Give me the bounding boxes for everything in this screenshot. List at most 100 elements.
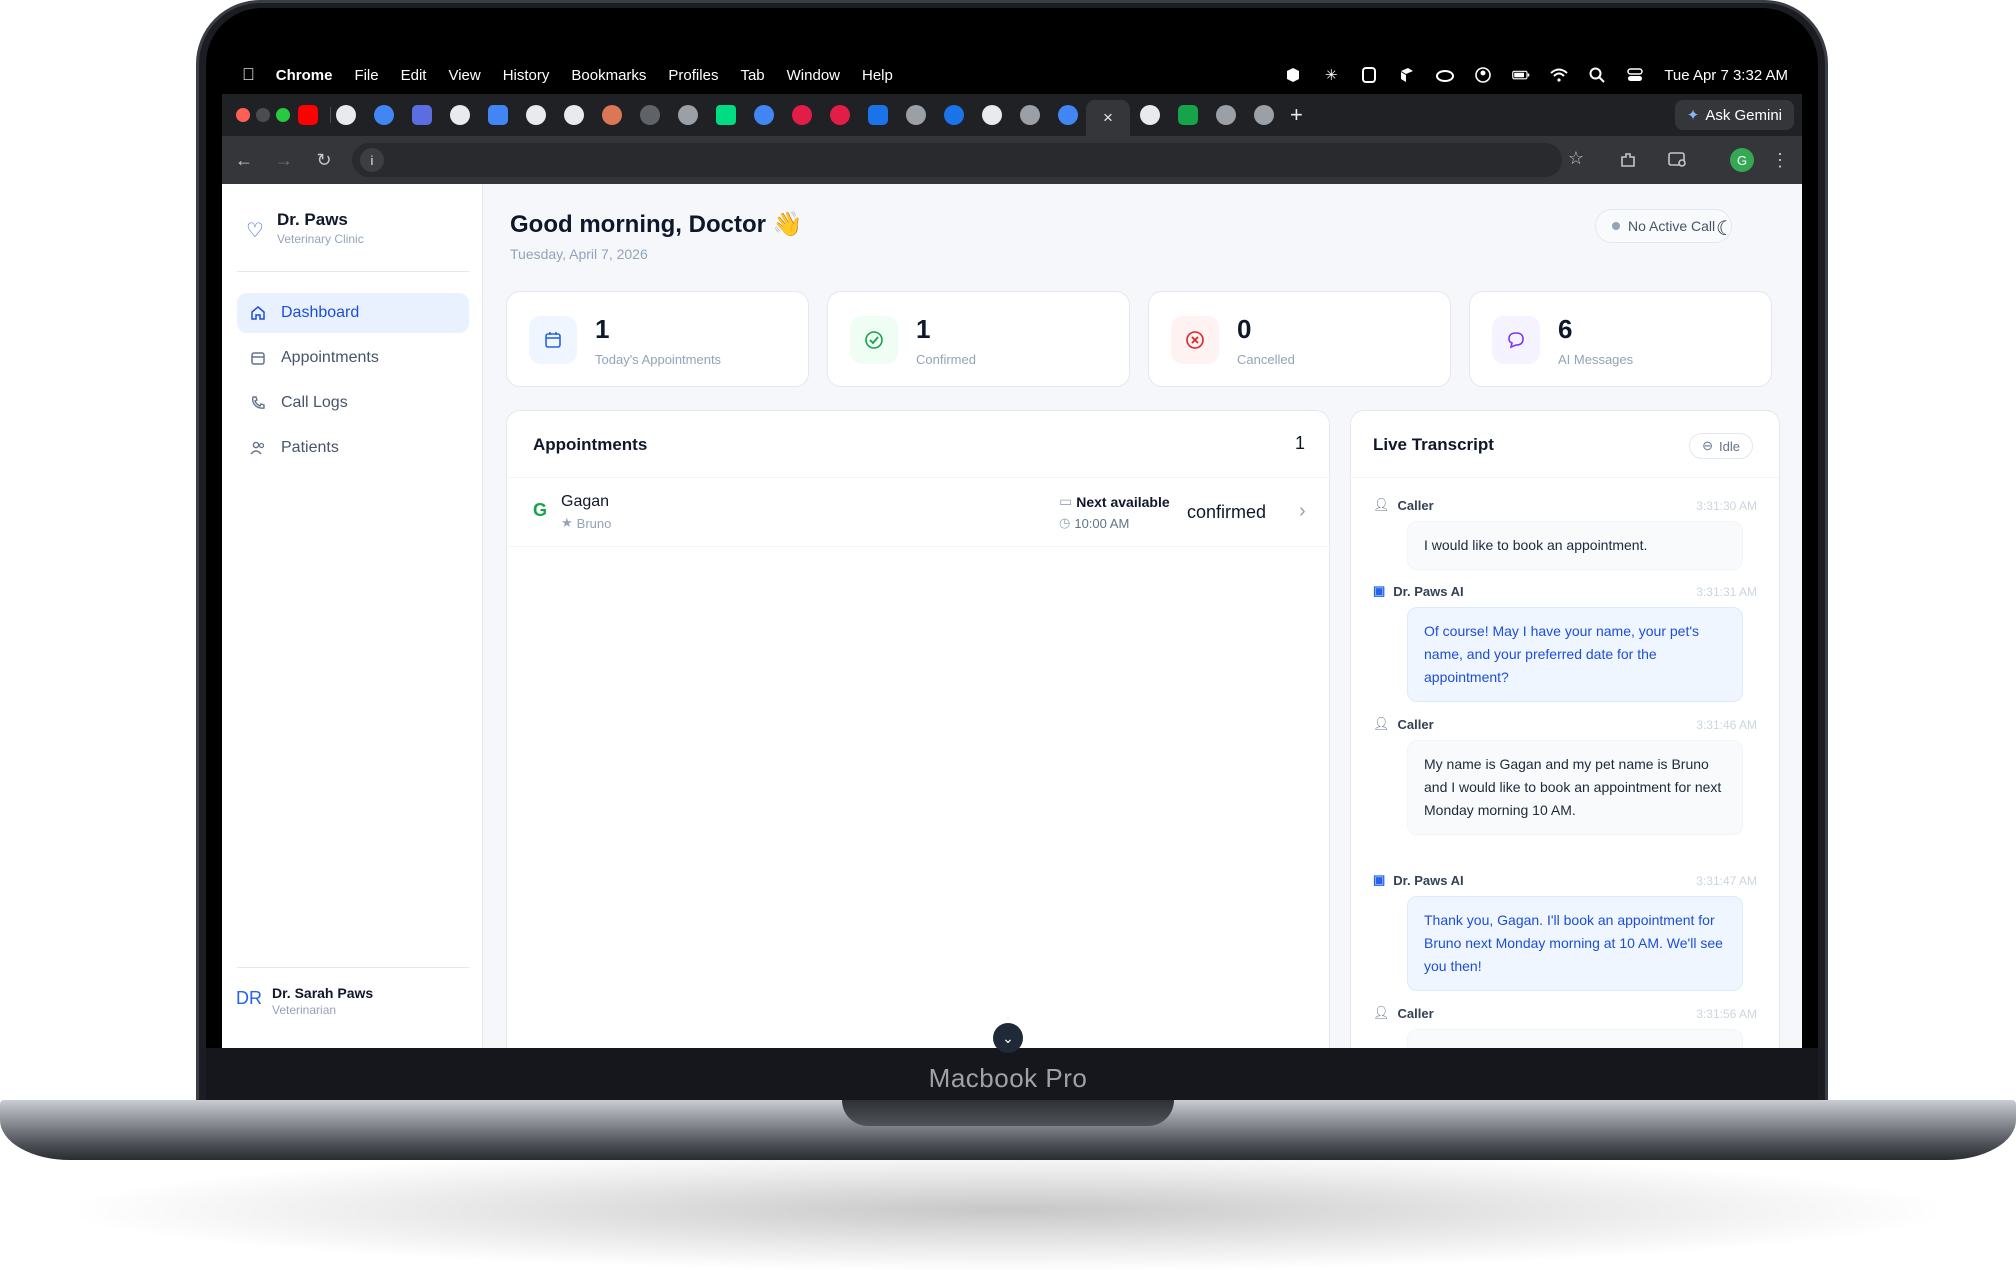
reload-icon[interactable]: ↻ <box>312 148 336 172</box>
brand-subtitle: Veterinary Clinic <box>277 232 364 246</box>
tab-file-icon[interactable] <box>868 105 888 125</box>
menu-help[interactable]: Help <box>851 67 904 84</box>
menu-history[interactable]: History <box>492 67 561 84</box>
transcript-status-label: Idle <box>1719 438 1740 454</box>
address-bar[interactable]: i <box>352 143 1562 177</box>
stat-card-confirmed: 1 Confirmed <box>827 291 1130 387</box>
sidebar-item-dashboard[interactable]: Dashboard <box>237 293 469 333</box>
profile-avatar[interactable]: G <box>1730 148 1754 172</box>
sidebar-item-patients[interactable]: Patients <box>237 428 469 468</box>
browser-tab-strip: × + ✦ Ask Gemini <box>222 94 1802 136</box>
dashboard-main: Good morning, Doctor 👋 Tuesday, April 7,… <box>484 184 1802 1048</box>
menu-tab[interactable]: Tab <box>729 67 775 84</box>
tab-blue-app-icon[interactable] <box>944 105 964 125</box>
tab-globe-icon[interactable] <box>906 105 926 125</box>
sidebar-item-label: Call Logs <box>281 394 348 411</box>
stat-label: Today's Appointments <box>595 352 722 367</box>
window-zoom-icon[interactable] <box>276 108 290 122</box>
site-info-icon[interactable]: i <box>360 148 384 172</box>
menu-file[interactable]: File <box>343 67 389 84</box>
tab-openai-icon[interactable] <box>450 105 470 125</box>
active-tab[interactable]: × <box>1086 100 1130 136</box>
cube-icon[interactable] <box>1284 66 1302 84</box>
tab-target-icon[interactable] <box>792 105 812 125</box>
figma-icon[interactable] <box>1360 66 1378 84</box>
speaker-label: Caller <box>1397 716 1434 732</box>
sidebar-item-call-logs[interactable]: Call Logs <box>237 383 469 423</box>
sparkle-icon[interactable]: ✳ <box>1322 66 1340 84</box>
close-tab-icon[interactable]: × <box>1103 108 1113 128</box>
live-transcript-panel: Live Transcript ⊖ Idle 👤︎ Caller 3:31:30 … <box>1350 410 1780 1048</box>
menu-view[interactable]: View <box>437 67 491 84</box>
tab-globe-icon[interactable] <box>1216 105 1236 125</box>
user-avatar-initials[interactable]: DR <box>236 988 262 1009</box>
account-icon[interactable] <box>1474 66 1492 84</box>
appointment-date: ▭ Next available <box>1059 493 1170 510</box>
appointments-count: 1 <box>1294 433 1305 453</box>
user-name: Dr. Sarah Paws <box>272 985 374 1001</box>
ask-gemini-button[interactable]: ✦ Ask Gemini <box>1674 100 1794 130</box>
apple-icon[interactable]:  <box>222 65 265 85</box>
tab-youtube-icon[interactable] <box>298 105 318 125</box>
wifi-icon[interactable] <box>1550 66 1568 84</box>
pet-name: ★ Bruno <box>561 515 611 531</box>
window-minimize-icon[interactable] <box>256 108 270 122</box>
menubar-clock[interactable]: Tue Apr 7 3:32 AM <box>1664 67 1788 84</box>
control-center-icon[interactable] <box>1626 66 1644 84</box>
tab-docs-icon[interactable] <box>488 105 508 125</box>
tab-openai-icon[interactable] <box>1140 105 1160 125</box>
sidebar-divider <box>237 967 469 968</box>
tab-app-icon[interactable] <box>412 105 432 125</box>
user-icon: 👤︎ <box>1373 716 1390 731</box>
tab-openai-icon[interactable] <box>982 105 1002 125</box>
menu-profiles[interactable]: Profiles <box>657 67 729 84</box>
menu-edit[interactable]: Edit <box>390 67 438 84</box>
dark-mode-toggle-icon[interactable]: ☾ <box>1716 216 1734 241</box>
screen:  Chrome File Edit View History Bookmark… <box>222 56 1802 1048</box>
tab-openai-icon[interactable] <box>526 105 546 125</box>
scroll-down-chevron-icon[interactable]: ⌄ <box>993 1023 1023 1053</box>
tab-google-icon[interactable] <box>374 105 394 125</box>
tab-spiral-icon[interactable] <box>640 105 660 125</box>
tab-globe-icon[interactable] <box>678 105 698 125</box>
transcript-divider <box>1351 477 1779 478</box>
tab-target-icon[interactable] <box>830 105 850 125</box>
tab-shield-icon[interactable] <box>1178 105 1198 125</box>
tab-search-icon[interactable] <box>1666 148 1690 172</box>
chrome-menu-icon[interactable]: ⋮ <box>1768 148 1792 172</box>
stat-card-ai-messages: 6 AI Messages <box>1469 291 1772 387</box>
laptop-shadow <box>80 1150 1936 1270</box>
transcript-title: Live Transcript <box>1373 435 1494 454</box>
chat-icon <box>1492 316 1540 364</box>
appointments-title: Appointments <box>533 435 648 454</box>
tab-google-icon[interactable] <box>754 105 774 125</box>
tab-google-icon[interactable] <box>1058 105 1078 125</box>
back-arrow-icon[interactable]: ← <box>232 148 256 172</box>
table-row[interactable]: G Gagan ★ Bruno ▭ Next available ◷ 10:00 AM… <box>507 477 1329 547</box>
menu-bookmarks[interactable]: Bookmarks <box>560 67 657 84</box>
menu-chrome[interactable]: Chrome <box>265 67 344 84</box>
tab-claude-icon[interactable] <box>602 105 622 125</box>
chevron-right-icon[interactable]: › <box>1299 500 1306 523</box>
new-tab-icon[interactable]: + <box>1290 102 1303 128</box>
stat-label: Cancelled <box>1237 352 1295 367</box>
bookmark-star-icon[interactable]: ☆ <box>1564 146 1588 170</box>
battery-icon[interactable] <box>1512 66 1530 84</box>
spotlight-search-icon[interactable] <box>1588 66 1606 84</box>
menu-window[interactable]: Window <box>776 67 851 84</box>
appointments-panel: Appointments 1 G Gagan ★ Bruno ▭ Next avai… <box>506 410 1330 1048</box>
tab-globe-icon[interactable] <box>1020 105 1040 125</box>
patient-initial: G <box>533 500 548 520</box>
tab-globe-icon[interactable] <box>1254 105 1274 125</box>
window-close-icon[interactable] <box>236 108 250 122</box>
box-icon[interactable] <box>1398 66 1416 84</box>
cloud-icon[interactable] <box>1436 66 1455 84</box>
tab-openai-icon[interactable] <box>564 105 584 125</box>
message-time: 3:31:30 AM <box>1696 499 1757 513</box>
sidebar-item-appointments[interactable]: Appointments <box>237 338 469 378</box>
extensions-icon[interactable] <box>1616 148 1640 172</box>
tab-openai-icon[interactable] <box>336 105 356 125</box>
forward-arrow-icon[interactable]: → <box>272 148 296 172</box>
message-speaker: 👤︎ Caller <box>1373 716 1434 732</box>
tab-nuxt-icon[interactable] <box>716 105 736 125</box>
